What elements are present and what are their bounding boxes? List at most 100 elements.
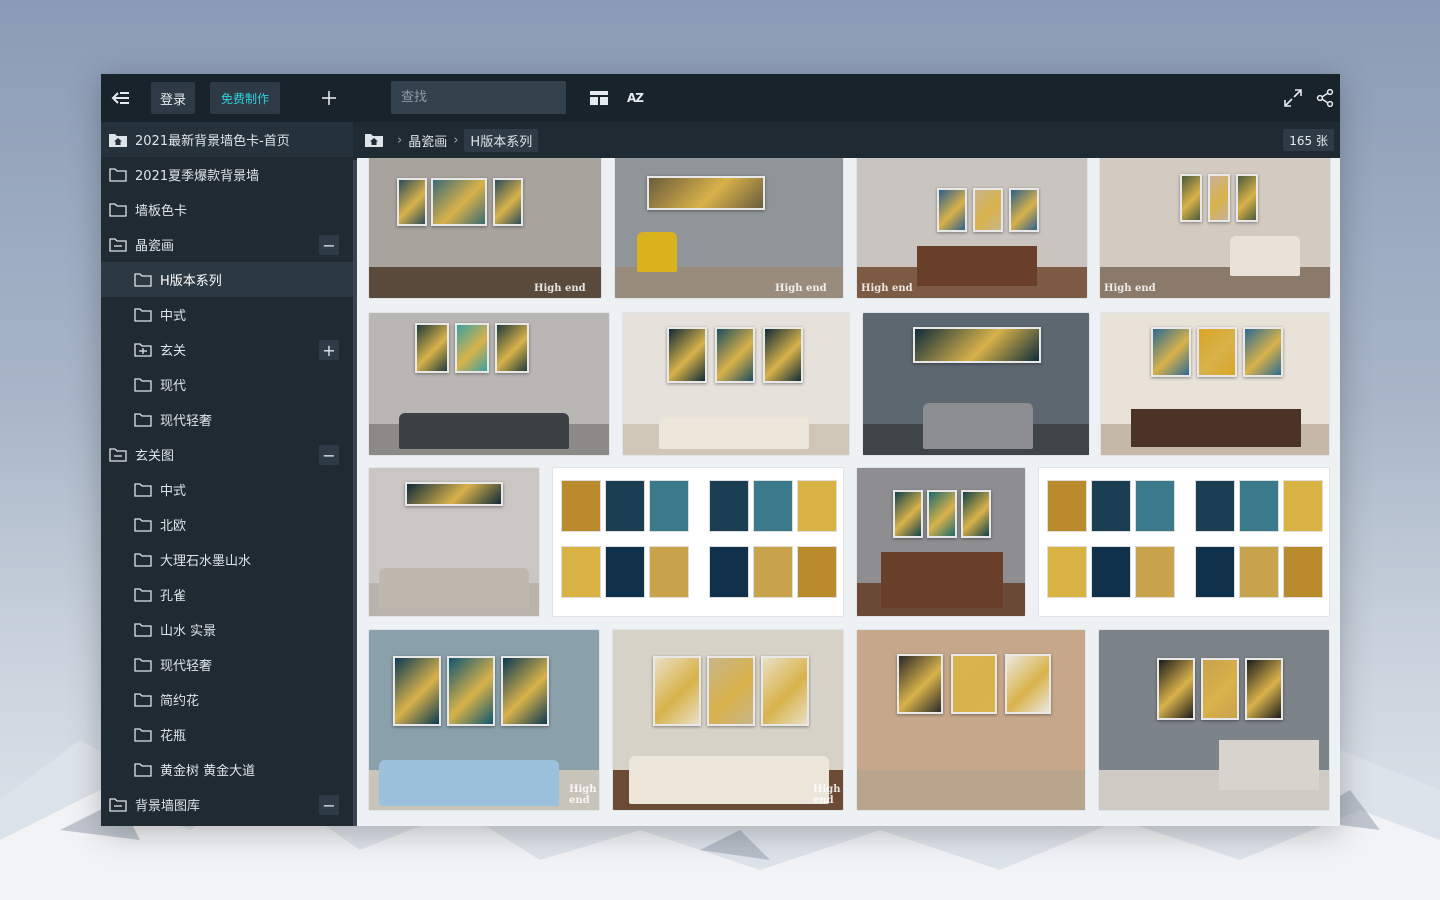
sidebar-item[interactable]: 玄关图 − [101, 437, 353, 472]
view-mode-button[interactable] [583, 82, 615, 114]
sidebar-item[interactable]: 花瓶 [101, 717, 353, 752]
image-thumbnail[interactable]: High end [369, 158, 601, 298]
expand-toggle-button[interactable]: + [319, 340, 339, 360]
sidebar-item[interactable]: 玄关 + [101, 332, 353, 367]
sidebar-item[interactable]: 中式 [101, 472, 353, 507]
login-button[interactable]: 登录 [151, 82, 195, 114]
wall-art-panel [455, 323, 489, 373]
sidebar-item-label: 现代轻奢 [160, 414, 213, 429]
sidebar-item[interactable]: 孔雀 [101, 577, 353, 612]
folder-tree-sidebar: 2021最新背景墙色卡-首页 2021夏季爆款背景墙 墙板色卡 晶瓷画 − H版本系列中式… [101, 122, 357, 826]
breadcrumb-item-jingcihua[interactable]: 晶瓷画 [408, 131, 447, 150]
grid-view-icon [590, 91, 608, 105]
wall-art-panel [1157, 658, 1195, 720]
image-thumbnail[interactable] [857, 468, 1025, 616]
wall-art-panel [937, 188, 967, 232]
folder-icon [134, 692, 152, 707]
sidebar-item[interactable]: 2021夏季爆款背景墙 [101, 157, 353, 192]
image-thumbnail[interactable]: High end [369, 630, 599, 810]
add-button[interactable] [313, 82, 345, 114]
image-thumbnail[interactable] [857, 630, 1085, 810]
image-thumbnail[interactable]: High end [613, 630, 843, 810]
collapse-sidebar-button[interactable] [105, 82, 137, 114]
folder-open-icon [109, 447, 127, 462]
wall-art-panel [1245, 658, 1283, 720]
sidebar-item[interactable]: 现代 [101, 367, 353, 402]
image-thumbnail[interactable] [369, 313, 609, 455]
watermark-text: High end [775, 283, 827, 294]
sidebar-item-label: 中式 [160, 484, 187, 499]
furniture [1131, 409, 1301, 447]
image-thumbnail[interactable] [369, 468, 539, 616]
image-thumbnail[interactable] [623, 313, 849, 455]
wall-art-panel [951, 654, 997, 714]
sidebar-item[interactable]: 北欧 [101, 507, 353, 542]
sidebar-item[interactable]: 现代轻奢 [101, 647, 353, 682]
sidebar-item[interactable]: 山水 实景 [101, 612, 353, 647]
fullscreen-button[interactable] [1277, 82, 1309, 114]
sofa [637, 232, 677, 272]
sidebar-item[interactable]: 2021最新背景墙色卡-首页 [101, 122, 353, 157]
catalog-swatch [1047, 546, 1087, 598]
breadcrumb-separator: › [453, 132, 459, 148]
sidebar-item[interactable]: 大理石水墨山水 [101, 542, 353, 577]
wall-art-panel [431, 178, 487, 226]
catalog-swatch [561, 546, 601, 598]
wall-art-panel [397, 178, 427, 226]
sort-button[interactable]: AZ [619, 82, 651, 114]
image-thumbnail[interactable]: High end [1100, 158, 1330, 298]
sidebar-item[interactable]: 黄金树 黄金大道 [101, 752, 353, 787]
folder-icon [134, 552, 152, 567]
wall-art-panel [415, 323, 449, 373]
image-thumbnail[interactable] [1101, 313, 1329, 455]
watermark-text: High end [813, 784, 841, 806]
share-icon [1316, 89, 1334, 107]
sidebar-item[interactable]: 墙板色卡 [101, 192, 353, 227]
home-folder-icon [109, 133, 127, 147]
catalog-swatch [1239, 480, 1279, 532]
folder-icon [134, 727, 152, 742]
sidebar-item-label: 中式 [160, 309, 187, 324]
share-button[interactable] [1309, 82, 1340, 114]
wall-art-panel [1005, 654, 1051, 714]
sidebar-item[interactable]: 现代轻奢 [101, 402, 353, 437]
sidebar-item[interactable]: 晶瓷画 − [101, 227, 353, 262]
image-thumbnail[interactable] [1099, 630, 1329, 810]
collapse-toggle-button[interactable]: − [319, 795, 339, 815]
sidebar-item[interactable]: 简约花 [101, 682, 353, 717]
sidebar-item[interactable]: H版本系列 [101, 262, 353, 297]
sofa [1230, 236, 1300, 276]
sidebar-item-label: 玄关 [160, 344, 187, 359]
folder-icon [134, 657, 152, 672]
catalog-swatch [1047, 480, 1087, 532]
wall-art-panel [653, 656, 701, 726]
home-breadcrumb[interactable] [365, 133, 383, 147]
expand-icon [1284, 89, 1302, 107]
image-thumbnail[interactable]: High end [615, 158, 843, 298]
catalog-swatch [797, 480, 837, 532]
sidebar-item-label: 孔雀 [160, 589, 187, 604]
breadcrumb: › 晶瓷画 › H版本系列 165 张 [357, 122, 1340, 158]
sidebar-item[interactable]: 背景墙图库 − [101, 787, 353, 822]
image-thumbnail[interactable]: High end [857, 158, 1087, 298]
sidebar-item-label: 简约花 [160, 694, 200, 709]
image-thumbnail[interactable] [553, 468, 843, 616]
sidebar-item[interactable]: 中式 [101, 297, 353, 332]
collapse-toggle-button[interactable]: − [319, 235, 339, 255]
breadcrumb-item-current[interactable]: H版本系列 [464, 128, 539, 152]
search-input[interactable] [391, 81, 566, 114]
wall-art-panel [1236, 174, 1258, 222]
wall-art-panel [393, 656, 441, 726]
image-thumbnail[interactable] [863, 313, 1089, 455]
folder-icon [134, 762, 152, 777]
folder-icon [109, 167, 127, 182]
sofa [399, 413, 569, 449]
watermark-text: High end [1104, 283, 1156, 294]
image-thumbnail[interactable] [1039, 468, 1329, 616]
free-make-button[interactable]: 免费制作 [210, 82, 280, 114]
wall-art-panel [1180, 174, 1202, 222]
breadcrumb-separator: › [397, 132, 403, 148]
sidebar-item-label: 大理石水墨山水 [160, 554, 252, 569]
folder-icon [134, 412, 152, 427]
collapse-toggle-button[interactable]: − [319, 445, 339, 465]
